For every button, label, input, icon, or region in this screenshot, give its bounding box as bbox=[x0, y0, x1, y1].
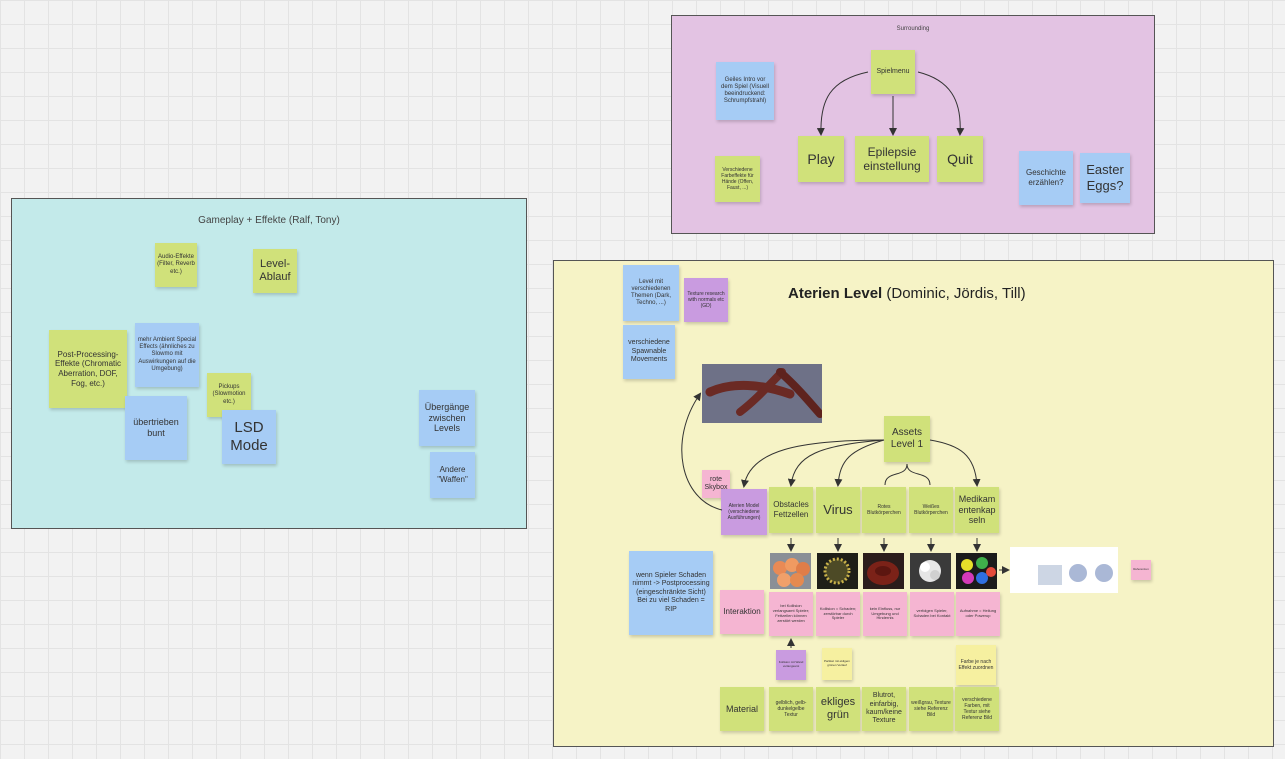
sticky-interaktion-rotes[interactable]: kein Einfluss, nur Umgebung und Hinderni… bbox=[863, 592, 907, 636]
sticky-small-violet[interactable]: Kollision mit Wand verlangsamt bbox=[776, 650, 806, 680]
sticky-play[interactable]: Play bbox=[798, 136, 844, 182]
fat-cells-photo[interactable] bbox=[770, 553, 811, 589]
sticky-rotes-blut[interactable]: Rotes Blutkörperchen bbox=[862, 487, 906, 533]
sticky-material-rotes[interactable]: Blutrot, einfarbig, kaum/keine Texture bbox=[862, 687, 906, 731]
sticky-interaktion-medikamente[interactable]: Aufnahme = Heilung oder Powerup bbox=[956, 592, 1000, 636]
sticky-assets-level-1[interactable]: Assets Level 1 bbox=[884, 416, 930, 462]
sticky-audio-effekte[interactable]: Audio-Effekte (Filter, Reverb etc.) bbox=[155, 243, 197, 287]
virus-shape bbox=[823, 557, 851, 585]
red-blood-cell-photo[interactable] bbox=[863, 553, 904, 589]
sticky-level-ablauf[interactable]: Level-Ablauf bbox=[253, 249, 297, 293]
reference-diagram-shape bbox=[1038, 564, 1113, 585]
sticky-material[interactable]: Material bbox=[720, 687, 764, 731]
sticky-spawnable[interactable]: verschiedene Spawnable Movements bbox=[623, 325, 675, 379]
sticky-material-obstacles[interactable]: gelblich, gelb-dunkelgelbe Textur bbox=[769, 687, 813, 731]
sticky-medi-yellow[interactable]: Farbe je nach Effekt zuordnen bbox=[956, 645, 996, 685]
sticky-virus[interactable]: Virus bbox=[816, 487, 860, 533]
sticky-farbeffekte[interactable]: Verschiedene Farbeffekte für Hände (Offe… bbox=[715, 156, 760, 202]
sticky-interaktion-virus[interactable]: Kollision = Schaden; zerstörbar durch Sp… bbox=[816, 592, 860, 636]
artery-model-image[interactable] bbox=[702, 364, 822, 423]
sticky-interaktion-weisses[interactable]: verfolgen Spieler, Schaden bei Kontakt bbox=[910, 592, 954, 636]
sticky-material-medikamente[interactable]: verschiedene Farben, mit Textur siehe Re… bbox=[955, 687, 999, 731]
sticky-interaktion-obstacles[interactable]: bei Kollision verlangsamt Spieler; Fettz… bbox=[769, 592, 813, 636]
reference-diagram-image[interactable] bbox=[1010, 547, 1118, 593]
sticky-referenzen[interactable]: Referenzen bbox=[1131, 560, 1151, 580]
sticky-andere-waffen[interactable]: Andere "Waffen" bbox=[430, 452, 475, 498]
virus-photo[interactable] bbox=[817, 553, 858, 589]
sticky-small-yellow[interactable]: Partikel mit ekligem grünen Verlauf bbox=[822, 648, 852, 680]
sticky-material-virus[interactable]: ekliges grün bbox=[816, 687, 860, 731]
red-blood-cell-shape bbox=[867, 561, 899, 585]
artery-model-shape bbox=[705, 368, 822, 418]
sticky-geschichte[interactable]: Geschichte erzählen? bbox=[1019, 151, 1073, 205]
sticky-medikamente[interactable]: Medikamentenkapseln bbox=[955, 487, 999, 533]
sticky-material-weisses[interactable]: weißgrau, Texture siehe Referenz Bild bbox=[909, 687, 953, 731]
sticky-post-processing[interactable]: Post-Processing-Effekte (Chromatic Aberr… bbox=[49, 330, 127, 408]
frame-title-aterien: Aterien Level (Dominic, Jördis, Till) bbox=[788, 285, 1026, 302]
sticky-texture-research[interactable]: Texture research with normals etc (GD) bbox=[684, 278, 728, 322]
frame-title-surrounding: Surrounding bbox=[896, 26, 930, 32]
frame-title-aterien-bold: Aterien Level bbox=[788, 285, 883, 302]
sticky-aterien-model[interactable]: Aterien Model (verschiedene Ausführungen… bbox=[721, 489, 767, 535]
pills-shape bbox=[961, 557, 996, 584]
sticky-weisses-blut[interactable]: Weißes Blutkörperchen bbox=[909, 487, 953, 533]
sticky-lsd-mode[interactable]: LSD Mode bbox=[222, 410, 276, 464]
sticky-epilepsie[interactable]: Epilepsie einstellung bbox=[855, 136, 929, 182]
sticky-themen[interactable]: Level mit verschiedenen Themen (Dark, Te… bbox=[623, 265, 679, 321]
sticky-schaden[interactable]: wenn Spieler Schaden nimmt -> Postproces… bbox=[629, 551, 713, 635]
sticky-interaktion[interactable]: Interaktion bbox=[720, 590, 764, 634]
sticky-ambient-effects[interactable]: mehr Ambient Special Effects (ähnliches … bbox=[135, 323, 199, 387]
sticky-intro[interactable]: Geiles Intro vor dem Spiel (Visuell beei… bbox=[716, 62, 774, 120]
white-blood-cell-photo[interactable] bbox=[910, 553, 951, 589]
pills-photo[interactable] bbox=[956, 553, 997, 589]
white-blood-cell-shape bbox=[919, 560, 941, 582]
frame-title-gameplay: Gameplay + Effekte (Ralf, Tony) bbox=[198, 215, 340, 226]
sticky-quit[interactable]: Quit bbox=[937, 136, 983, 182]
sticky-easter-eggs[interactable]: Easter Eggs? bbox=[1080, 153, 1130, 203]
sticky-uebergaenge[interactable]: Übergänge zwischen Levels bbox=[419, 390, 475, 446]
sticky-uebertrieben-bunt[interactable]: übertrieben bunt bbox=[125, 396, 187, 460]
fat-cells-shape bbox=[773, 558, 810, 587]
frame-title-aterien-rest: (Dominic, Jördis, Till) bbox=[886, 285, 1026, 302]
sticky-obstacles[interactable]: Obstacles Fettzellen bbox=[769, 487, 813, 533]
sticky-spielmenu[interactable]: Spielmenu bbox=[871, 50, 915, 94]
